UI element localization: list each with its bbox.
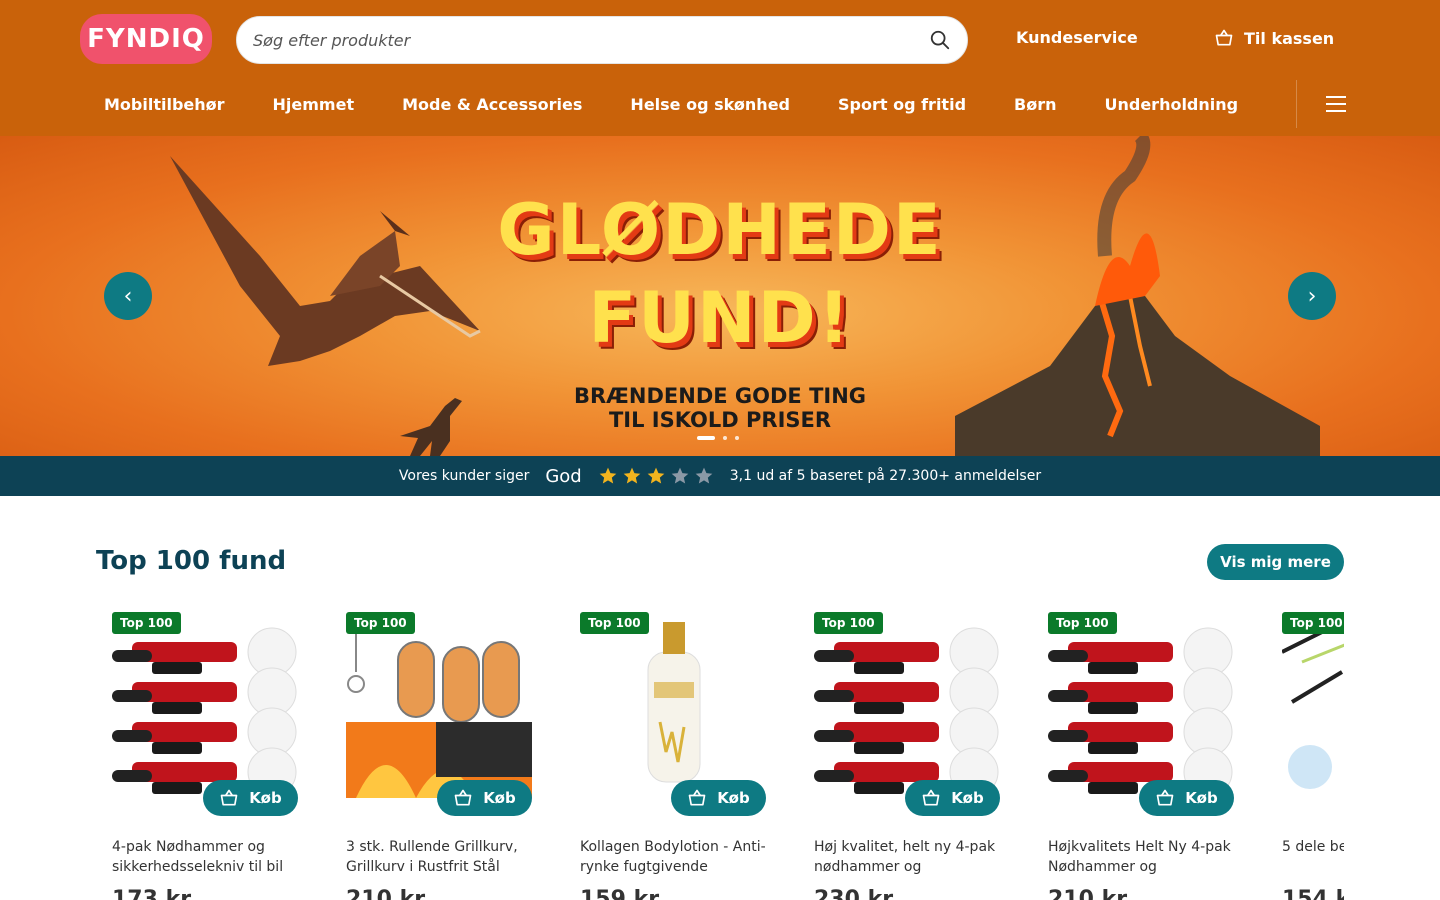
buy-label: Køb <box>951 789 984 807</box>
product-card[interactable]: Top 100 Køb Høj kvalitet, helt ny 4-pak … <box>814 612 1000 900</box>
product-card[interactable]: Top 100 Køb 3 stk. Rullende Grillkurv, G… <box>346 612 532 900</box>
product-name[interactable]: Højkvalitets Helt Ny 4-pak Nødhammer og <box>1048 837 1234 877</box>
product-price: 154 kr <box>1282 887 1344 900</box>
product-image-graphic <box>814 627 999 797</box>
chevron-right-icon: › <box>1307 283 1317 309</box>
product-card[interactable]: Top 100 Køb 5 dele bed buskrydder 154 kr <box>1282 612 1344 900</box>
buy-button[interactable]: Køb <box>203 780 298 816</box>
product-image[interactable] <box>112 612 298 798</box>
hero-banner[interactable]: GLØDHEDE FUND! BRÆNDENDE GODE TING TIL I… <box>0 136 1440 456</box>
top-100-badge: Top 100 <box>814 612 883 634</box>
top-100-badge: Top 100 <box>1282 612 1344 634</box>
product-image[interactable] <box>1282 612 1344 798</box>
product-image-graphic <box>112 627 297 797</box>
buy-button[interactable]: Køb <box>1139 780 1234 816</box>
hero-title-line2: FUND! <box>588 277 852 359</box>
logo-text: FYNDIQ <box>87 24 205 54</box>
top-100-badge: Top 100 <box>346 612 415 634</box>
buy-label: Køb <box>249 789 282 807</box>
buy-label: Køb <box>1185 789 1218 807</box>
review-summary: 3,1 ud af 5 baseret på 27.300+ anmeldels… <box>729 468 1042 484</box>
star-filled-icon <box>623 467 641 484</box>
product-price: 230 kr <box>814 887 894 900</box>
product-image[interactable] <box>814 612 1000 798</box>
star-empty-icon <box>671 467 689 484</box>
site-header: FYNDIQ Kundeservice Til kassen Mobiltilb… <box>0 0 1440 136</box>
product-card[interactable]: Top 100 Køb 4-pak Nødhammer og sikkerhed… <box>112 612 298 900</box>
product-price: 210 kr <box>1048 887 1128 900</box>
review-trust-bar[interactable]: Vores kunder siger God 3,1 ud af 5 baser… <box>0 456 1440 496</box>
product-price: 159 kr <box>580 887 660 900</box>
nav-item-underholdning[interactable]: Underholdning <box>1080 95 1262 114</box>
product-name[interactable]: 4-pak Nødhammer og sikkerhedsselekniv ti… <box>112 837 298 877</box>
product-card[interactable]: Top 100 Køb Højkvalitets Helt Ny 4-pak N… <box>1048 612 1234 900</box>
product-image-graphic <box>346 612 532 798</box>
carousel-dot[interactable] <box>723 436 727 440</box>
nav-item-helse-skonhed[interactable]: Helse og skønhed <box>606 95 814 114</box>
nav-item-born[interactable]: Børn <box>990 95 1080 114</box>
review-stars <box>598 466 714 486</box>
star-empty-icon <box>695 467 713 484</box>
top-100-badge: Top 100 <box>580 612 649 634</box>
star-filled-icon <box>647 467 665 484</box>
carousel-indicators <box>697 436 739 440</box>
product-image[interactable] <box>1048 612 1234 798</box>
basket-icon <box>1215 29 1233 46</box>
hero-subtitle: BRÆNDENDE GODE TING TIL ISKOLD PRISER <box>0 384 1440 432</box>
review-prefix: Vores kunder siger <box>398 468 530 484</box>
nav-item-sport-fritid[interactable]: Sport og fritid <box>814 95 990 114</box>
section-title: Top 100 fund <box>96 546 287 576</box>
basket-icon <box>220 789 238 806</box>
carousel-dot[interactable] <box>735 436 739 440</box>
product-image-graphic <box>1282 620 1344 789</box>
carousel-prev-button[interactable]: ‹ <box>104 272 152 320</box>
product-card[interactable]: Top 100 Køb Kollagen Bodylotion - Anti-r… <box>580 612 766 900</box>
review-rating-word: God <box>545 465 582 487</box>
buy-button[interactable]: Køb <box>671 780 766 816</box>
top-100-badge: Top 100 <box>112 612 181 634</box>
hero-subtitle-line1: BRÆNDENDE GODE TING <box>573 384 867 408</box>
basket-icon <box>454 789 472 806</box>
basket-icon <box>688 789 706 806</box>
buy-button[interactable]: Køb <box>905 780 1000 816</box>
product-name[interactable]: Høj kvalitet, helt ny 4-pak nødhammer og <box>814 837 1000 877</box>
category-nav: Mobiltilbehør Hjemmet Mode & Accessories… <box>80 78 1360 130</box>
checkout-label: Til kassen <box>1244 28 1335 48</box>
hamburger-menu-icon[interactable] <box>1324 93 1348 115</box>
nav-item-mode-accessories[interactable]: Mode & Accessories <box>378 95 606 114</box>
nav-item-hjemmet[interactable]: Hjemmet <box>249 95 379 114</box>
product-name[interactable]: 3 stk. Rullende Grillkurv, Grillkurv i R… <box>346 837 532 877</box>
product-image[interactable] <box>580 612 766 798</box>
buy-button[interactable]: Køb <box>437 780 532 816</box>
buy-label: Køb <box>717 789 750 807</box>
hero-title-line1: GLØDHEDE <box>497 189 943 271</box>
buy-label: Køb <box>483 789 516 807</box>
basket-icon <box>1156 789 1174 806</box>
product-image[interactable] <box>346 612 532 798</box>
search-icon[interactable] <box>929 29 951 51</box>
basket-icon <box>922 789 940 806</box>
nav-item-mobiltilbehor[interactable]: Mobiltilbehør <box>80 95 249 114</box>
fyndiq-logo[interactable]: FYNDIQ <box>80 14 212 64</box>
product-name[interactable]: Kollagen Bodylotion - Anti-rynke fugtgiv… <box>580 837 766 877</box>
carousel-dot[interactable] <box>697 436 715 440</box>
product-price: 210 kr <box>346 887 426 900</box>
star-filled-icon <box>599 467 617 484</box>
product-price: 173 kr <box>112 887 192 900</box>
chevron-left-icon: ‹ <box>123 283 133 309</box>
product-image-graphic <box>647 622 701 783</box>
product-name[interactable]: 5 dele bed buskrydder <box>1282 837 1344 877</box>
hero-subtitle-line2: TIL ISKOLD PRISER <box>608 408 832 432</box>
search-input[interactable] <box>253 30 929 50</box>
top-100-badge: Top 100 <box>1048 612 1117 634</box>
carousel-next-button[interactable]: › <box>1288 272 1336 320</box>
search-bar[interactable] <box>236 16 968 64</box>
hero-title: GLØDHEDE FUND! <box>0 186 1440 362</box>
product-carousel: Top 100 Køb 4-pak Nødhammer og sikkerhed… <box>112 612 1344 900</box>
checkout-link[interactable]: Til kassen <box>1214 28 1334 48</box>
show-more-button[interactable]: Vis mig mere <box>1207 544 1344 580</box>
product-image-graphic <box>1048 627 1233 797</box>
customer-service-link[interactable]: Kundeservice <box>1016 28 1138 47</box>
nav-divider <box>1296 80 1297 128</box>
